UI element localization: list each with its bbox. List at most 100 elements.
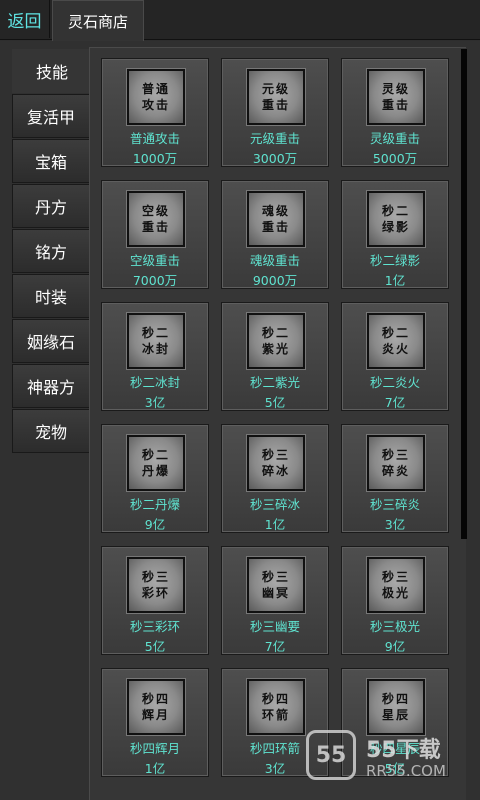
skill-card[interactable]: 魂级重击 魂级重击 9000万 [221,180,329,289]
skill-name: 秒二绿影 [369,253,420,268]
skill-price: 7000万 [132,273,178,288]
sidebar-item[interactable]: 复活甲 [12,94,90,138]
skill-name: 魂级重击 [249,253,300,268]
skill-card[interactable]: 秒二冰封 秒二冰封 3亿 [101,302,209,411]
skill-icon-text: 魂级重击 [261,204,290,234]
skill-card[interactable]: 秒二炎火 秒二炎火 7亿 [341,302,449,411]
back-button[interactable]: 返回 [0,0,50,38]
skill-icon-text: 元级重击 [261,82,290,112]
skill-icon-text: 秒二炎火 [381,326,410,356]
skill-name: 秒二冰封 [129,375,180,390]
skill-icon-text: 秒四环箭 [261,692,290,722]
skill-name: 秒四辉月 [129,741,180,756]
skill-price: 1亿 [264,517,286,532]
skill-name: 秒三彩环 [129,619,180,634]
skill-name: 元级重击 [249,131,300,146]
skill-icon-text: 秒四辉月 [141,692,170,722]
skill-price: 5亿 [144,639,166,654]
skill-icon-text: 秒二紫光 [261,326,290,356]
sidebar-item[interactable]: 宠物 [12,409,90,453]
skill-scroll-icon: 普通攻击 [127,69,185,125]
skill-scroll-icon: 魂级重击 [247,191,305,247]
sidebar-item[interactable]: 宝箱 [12,139,90,183]
watermark-title: 55下载 [366,738,441,763]
skill-icon-text: 灵级重击 [381,82,410,112]
sidebar-item[interactable]: 姻缘石 [12,319,90,363]
sidebar-item[interactable]: 技能 [12,49,92,93]
sidebar-item[interactable]: 铭方 [12,229,90,273]
skill-card[interactable]: 灵级重击 灵级重击 5000万 [341,58,449,167]
skill-card[interactable]: 元级重击 元级重击 3000万 [221,58,329,167]
skill-scroll-icon: 秒三幽冥 [247,557,305,613]
skill-card[interactable]: 秒三碎冰 秒三碎冰 1亿 [221,424,329,533]
skill-name: 秒二紫光 [249,375,300,390]
skill-price: 3亿 [144,395,166,410]
skill-card[interactable]: 秒二绿影 秒二绿影 1亿 [341,180,449,289]
skill-scroll-icon: 空级重击 [127,191,185,247]
scrollbar[interactable] [461,49,467,539]
skill-price: 1亿 [144,761,166,776]
skill-scroll-icon: 秒二炎火 [367,313,425,369]
skill-card[interactable]: 秒三幽冥秒三幽要 7亿 [221,546,329,655]
skill-card[interactable]: 秒三极光 秒三极光 9亿 [341,546,449,655]
skill-scroll-icon: 秒二紫光 [247,313,305,369]
skill-name: 秒三极光 [369,619,420,634]
skill-price: 9亿 [384,639,406,654]
skill-scroll-icon: 灵级重击 [367,69,425,125]
skill-card[interactable]: 秒三彩环 秒三彩环 5亿 [101,546,209,655]
skill-card[interactable]: 普通攻击 普通攻击 1000万 [101,58,209,167]
skill-price: 3亿 [384,517,406,532]
skill-scroll-icon: 秒三碎冰 [247,435,305,491]
sidebar-item[interactable]: 神器方 [12,364,90,408]
skill-scroll-icon: 秒二冰封 [127,313,185,369]
skill-icon-text: 秒三碎冰 [261,448,290,478]
skill-scroll-icon: 秒二丹爆 [127,435,185,491]
skill-name: 空级重击 [129,253,180,268]
skill-icon-text: 秒四星辰 [381,692,410,722]
skill-price: 1000万 [132,151,178,166]
skill-icon-text: 秒二绿影 [381,204,410,234]
skill-scroll-icon: 秒三极光 [367,557,425,613]
skill-card[interactable]: 秒二紫光 秒二紫光 5亿 [221,302,329,411]
item-grid: 普通攻击 普通攻击 1000万 元级重击 元级重击 3000万 灵级重击 灵级重击 5000万空… [101,58,449,777]
skill-icon-text: 空级重击 [141,204,170,234]
site-watermark: 55 55下载 RR55.COM [306,730,476,786]
sidebar-item[interactable]: 时装 [12,274,90,318]
skill-price: 5亿 [264,395,286,410]
skill-card[interactable]: 空级重击 空级重击 7000万 [101,180,209,289]
skill-scroll-icon: 元级重击 [247,69,305,125]
skill-icon-text: 秒二丹爆 [141,448,170,478]
watermark-url: RR55.COM [366,762,446,780]
skill-scroll-icon: 秒三碎炎 [367,435,425,491]
skill-name: 普通攻击 [129,131,180,146]
skill-scroll-icon: 秒三彩环 [127,557,185,613]
watermark-logo: 55 [306,730,356,780]
skill-card[interactable]: 秒三碎炎 秒三碎炎 3亿 [341,424,449,533]
item-panel: 普通攻击 普通攻击 1000万 元级重击 元级重击 3000万 灵级重击 灵级重击 5000万空… [89,47,466,800]
skill-card[interactable]: 秒二丹爆 秒二丹爆 9亿 [101,424,209,533]
skill-icon-text: 秒二冰封 [141,326,170,356]
skill-name: 灵级重击 [369,131,420,146]
skill-icon-text: 秒三碎炎 [381,448,410,478]
skill-price: 7亿 [264,639,286,654]
skill-price: 5000万 [372,151,418,166]
skill-card[interactable]: 秒四辉月 秒四辉月 1亿 [101,668,209,777]
skill-scroll-icon: 秒四星辰 [367,679,425,735]
skill-name: 秒三碎冰 [249,497,300,512]
sidebar-item[interactable]: 丹方 [12,184,90,228]
tab-spirit-stone-shop[interactable]: 灵石商店 [52,0,144,41]
skill-price: 9亿 [144,517,166,532]
skill-scroll-icon: 秒四辉月 [127,679,185,735]
category-sidebar: 技能 复活甲 宝箱 丹方 铭方 时装 姻缘石 神器方 宠物 [12,49,92,454]
skill-price: 9000万 [252,273,298,288]
skill-price: 1亿 [384,273,406,288]
skill-name: 秒二丹爆 [129,497,180,512]
skill-name: 秒二炎火 [369,375,420,390]
skill-price: 3000万 [252,151,298,166]
skill-price: 7亿 [384,395,406,410]
shop-content: 技能 复活甲 宝箱 丹方 铭方 时装 姻缘石 神器方 宠物 普通攻击 普通攻击 1000万 元级重击元… [0,41,480,800]
skill-name: 秒三幽要 [249,619,300,634]
skill-scroll-icon: 秒四环箭 [247,679,305,735]
skill-icon-text: 秒三幽冥 [261,570,290,600]
top-bar: 返回 灵石商店 [0,0,480,41]
